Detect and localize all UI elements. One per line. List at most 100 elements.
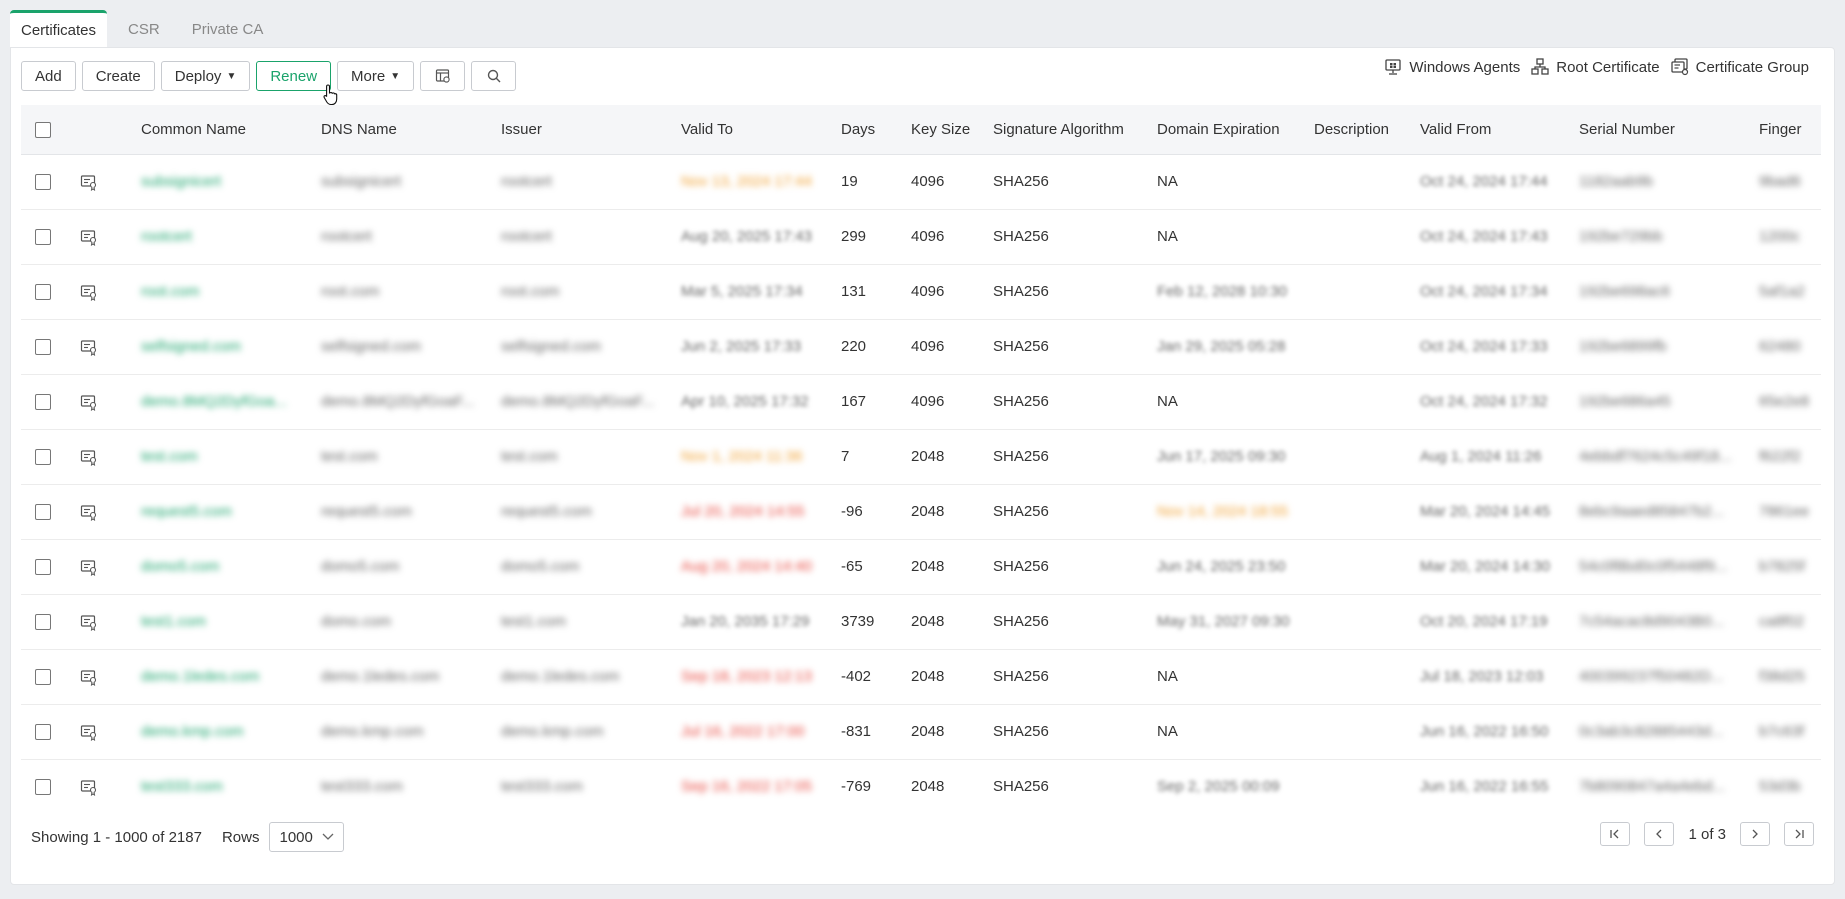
column-header-dns-name[interactable]: DNS Name — [313, 105, 493, 154]
column-header-valid-from[interactable]: Valid From — [1412, 105, 1571, 154]
column-header-domain-expiration[interactable]: Domain Expiration — [1149, 105, 1306, 154]
table-row[interactable]: domo5.com domo5.com domo5.com Aug 20, 2024 … — [21, 539, 1821, 594]
certificate-icon[interactable] — [80, 447, 98, 466]
row-checkbox[interactable] — [35, 614, 51, 631]
table-row[interactable]: root.com root.com root.com Mar 5, 2025 17:3… — [21, 264, 1821, 319]
common-name-link[interactable]: selfsigned.com — [141, 338, 241, 355]
row-checkbox[interactable] — [35, 394, 51, 411]
row-checkbox[interactable] — [35, 724, 51, 741]
common-name-link[interactable]: test333.com — [141, 778, 223, 795]
common-name-link[interactable]: demo.kmp.com — [141, 723, 244, 740]
row-checkbox[interactable] — [35, 504, 51, 521]
serial-number-cell: 1182aab9b — [1571, 154, 1751, 209]
column-header-serial-number[interactable]: Serial Number — [1571, 105, 1751, 154]
certificate-icon[interactable] — [80, 227, 98, 246]
certificate-icon[interactable] — [80, 722, 98, 741]
search-button[interactable] — [471, 61, 517, 91]
certificate-icon[interactable] — [80, 557, 98, 576]
table-row[interactable]: test.com test.com test.com Nov 1, 2024 11:3… — [21, 429, 1821, 484]
tab-private-ca[interactable]: Private CA — [181, 10, 275, 48]
showing-count: Showing 1 - 1000 of 2187 — [31, 828, 202, 846]
domain-expiration-cell: NA — [1149, 649, 1306, 704]
icon-column-header — [66, 105, 133, 154]
certificate-icon[interactable] — [80, 282, 98, 301]
issuer-cell: domo5.com — [493, 539, 673, 594]
row-checkbox[interactable] — [35, 284, 51, 301]
column-header-valid-to[interactable]: Valid To — [673, 105, 833, 154]
common-name-link[interactable]: request5.com — [141, 503, 232, 520]
column-header-issuer[interactable]: Issuer — [493, 105, 673, 154]
table-row[interactable]: demo.1ledes.com demo.1ledes.com demo.1lede… — [21, 649, 1821, 704]
row-checkbox[interactable] — [35, 559, 51, 576]
column-header-description[interactable]: Description — [1306, 105, 1412, 154]
common-name-link[interactable]: test1.com — [141, 613, 206, 630]
column-header-finger[interactable]: Finger — [1751, 105, 1821, 154]
previous-page-button[interactable] — [1644, 822, 1675, 846]
first-page-button[interactable] — [1600, 822, 1631, 846]
select-all-checkbox[interactable] — [35, 121, 51, 138]
table-row[interactable]: test1.com domo.com test1.com Jan 20, 2035 1… — [21, 594, 1821, 649]
common-name-link[interactable]: demo.8MQ2DyfGoa... — [141, 393, 287, 410]
certificate-icon[interactable] — [80, 337, 98, 356]
days-cell: -65 — [841, 558, 863, 575]
deploy-button[interactable]: Deploy ▼ — [160, 61, 251, 91]
rows-per-page: Rows 1000 — [222, 822, 345, 852]
next-page-button[interactable] — [1740, 822, 1770, 846]
column-chooser-button[interactable] — [420, 61, 466, 91]
certificate-icon[interactable] — [80, 612, 98, 631]
common-name-cell: test1.com — [133, 594, 313, 649]
more-button[interactable]: More ▼ — [337, 61, 415, 91]
days-cell: 220 — [841, 338, 867, 355]
dns-name-cell: domo5.com — [313, 539, 493, 594]
domain-expiration: NA — [1157, 228, 1178, 245]
certificate-icon[interactable] — [80, 502, 98, 521]
tab-csr[interactable]: CSR — [117, 10, 171, 48]
column-header-days[interactable]: Days — [833, 105, 903, 154]
table-row[interactable]: subsignicert subsignicert rootcert Nov 13, … — [21, 154, 1821, 209]
common-name-link[interactable]: rootcert — [141, 228, 192, 245]
signature-algorithm-cell: SHA256 — [993, 723, 1049, 740]
table-row[interactable]: demo.8MQ2DyfGoa... demo.8MQ2DyfGoaF... dem… — [21, 374, 1821, 429]
row-checkbox[interactable] — [35, 669, 51, 686]
create-button[interactable]: Create — [81, 61, 155, 91]
renew-button[interactable]: Renew — [256, 61, 332, 91]
table-row[interactable]: request5.com request5.com request5.com Jul … — [21, 484, 1821, 539]
tab-certificates[interactable]: Certificates — [10, 10, 108, 48]
row-checkbox[interactable] — [35, 174, 51, 191]
dns-name: root.com — [321, 283, 380, 300]
domain-expiration-cell: Feb 12, 2028 10:30 — [1149, 264, 1306, 319]
domain-expiration: Nov 14, 2024 18:55 — [1157, 503, 1288, 520]
row-checkbox[interactable] — [35, 779, 51, 796]
row-checkbox[interactable] — [35, 229, 51, 246]
last-page-button[interactable] — [1784, 822, 1814, 846]
table-row[interactable]: demo.kmp.com demo.kmp.com demo.kmp.com Jul … — [21, 704, 1821, 759]
certificate-icon[interactable] — [80, 667, 98, 686]
issuer: root.com — [501, 283, 560, 300]
serial-number-cell: 7c54acac8d9043B0... — [1571, 594, 1751, 649]
table-row[interactable]: rootcert rootcert rootcert Aug 20, 2025 17:… — [21, 209, 1821, 264]
valid-to-cell: Nov 1, 2024 11:36 — [673, 429, 833, 484]
signature-algorithm-cell: SHA256 — [993, 503, 1049, 520]
certificate-icon[interactable] — [80, 392, 98, 411]
windows-agents-link[interactable]: Windows Agents — [1383, 57, 1520, 77]
root-certificate-link[interactable]: Root Certificate — [1530, 57, 1660, 77]
rows-per-page-select[interactable]: 1000 — [269, 822, 345, 852]
windows-agents-label: Windows Agents — [1409, 58, 1521, 76]
row-checkbox[interactable] — [35, 449, 51, 466]
table-row[interactable]: selfsigned.com selfsigned.com selfsigned.c… — [21, 319, 1821, 374]
certificate-group-link[interactable]: Certificate Group — [1670, 57, 1809, 77]
column-header-signature-algorithm[interactable]: Signature Algorithm — [985, 105, 1149, 154]
column-header-key-size[interactable]: Key Size — [903, 105, 985, 154]
common-name-link[interactable]: root.com — [141, 283, 199, 300]
add-button[interactable]: Add — [21, 61, 76, 91]
certificate-icon[interactable] — [80, 777, 98, 796]
column-header-common-name[interactable]: Common Name — [133, 105, 313, 154]
certificate-icon[interactable] — [80, 172, 98, 191]
row-checkbox[interactable] — [35, 339, 51, 356]
common-name-link[interactable]: domo5.com — [141, 558, 219, 575]
common-name-cell: demo.1ledes.com — [133, 649, 313, 704]
common-name-link[interactable]: test.com — [141, 448, 198, 465]
common-name-link[interactable]: subsignicert — [141, 173, 221, 190]
table-row[interactable]: test333.com test333.com test333.com Sep 16,… — [21, 759, 1821, 811]
common-name-link[interactable]: demo.1ledes.com — [141, 668, 259, 685]
